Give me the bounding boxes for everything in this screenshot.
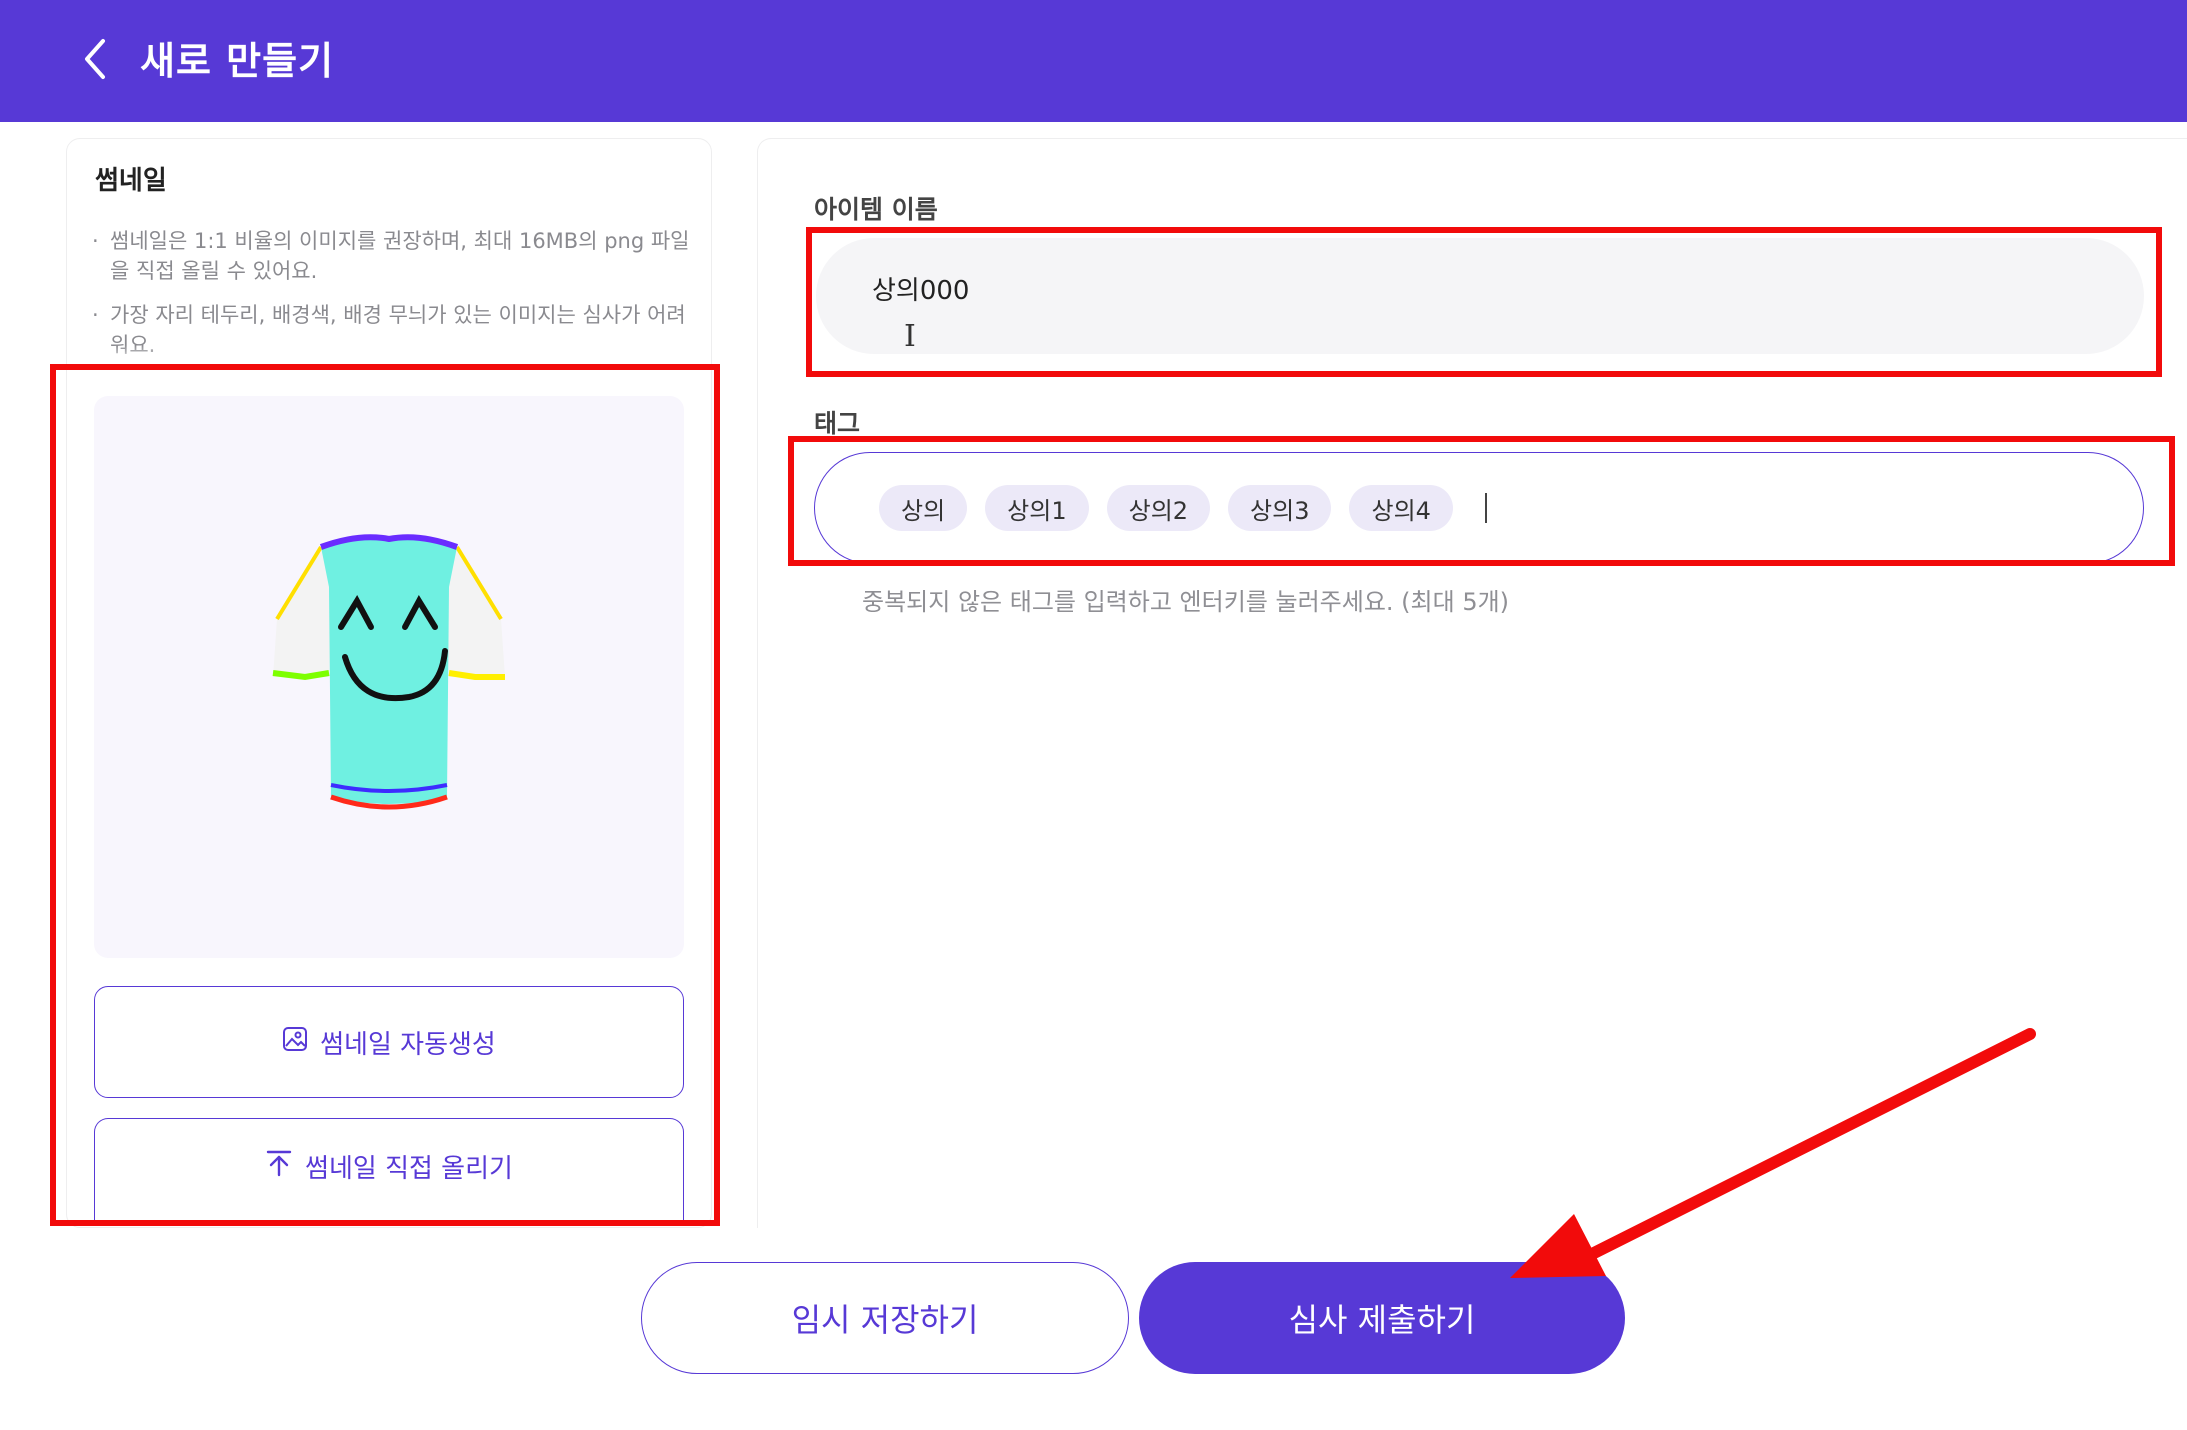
submit-review-button[interactable]: 심사 제출하기 <box>1139 1262 1625 1374</box>
thumbnail-preview <box>94 396 684 958</box>
upload-icon <box>265 1149 293 1184</box>
app-header: 새로 만들기 <box>0 0 2187 122</box>
tag-chip[interactable]: 상의1 <box>985 485 1089 531</box>
chevron-left-icon <box>81 37 109 85</box>
back-button[interactable] <box>72 36 118 86</box>
page: 새로 만들기 썸네일 썸네일은 1:1 비율의 이미지를 권장하며, 최대 16… <box>0 0 2187 1430</box>
t-shirt-smiley-image <box>272 534 505 810</box>
item-name-label: 아이템 이름 <box>814 195 938 224</box>
item-name-input[interactable]: 상의000 <box>816 238 2144 354</box>
image-icon <box>282 1026 308 1059</box>
save-draft-button[interactable]: 임시 저장하기 <box>641 1262 1129 1374</box>
guide-fade-overlay <box>70 345 710 367</box>
tag-label: 태그 <box>814 409 861 438</box>
upload-thumbnail-button[interactable]: 썸네일 직접 올리기 <box>94 1118 684 1224</box>
auto-generate-thumbnail-label: 썸네일 자동생성 <box>320 1029 496 1060</box>
thumbnail-section-title: 썸네일 <box>95 166 167 196</box>
upload-thumbnail-label: 썸네일 직접 올리기 <box>305 1154 513 1184</box>
tag-chip[interactable]: 상의2 <box>1106 485 1211 531</box>
tag-chip[interactable]: 상의 <box>879 485 968 531</box>
tag-input[interactable]: 상의 상의1 상의2 상의3 상의4 <box>814 452 2144 564</box>
thumbnail-guide-item: 썸네일은 1:1 비율의 이미지를 권장하며, 최대 16MB의 png 파일을… <box>92 226 692 286</box>
item-name-value: 상의000 <box>872 275 970 306</box>
tag-chip[interactable]: 상의3 <box>1228 485 1332 531</box>
auto-generate-thumbnail-button[interactable]: 썸네일 자동생성 <box>94 986 684 1098</box>
text-caret <box>1484 493 1487 523</box>
tag-help-text: 중복되지 않은 태그를 입력하고 엔터키를 눌러주세요. (최대 5개) <box>862 588 1510 616</box>
text-cursor-icon: I <box>904 319 916 354</box>
page-title: 새로 만들기 <box>140 39 335 83</box>
tag-chip[interactable]: 상의4 <box>1349 485 1453 531</box>
